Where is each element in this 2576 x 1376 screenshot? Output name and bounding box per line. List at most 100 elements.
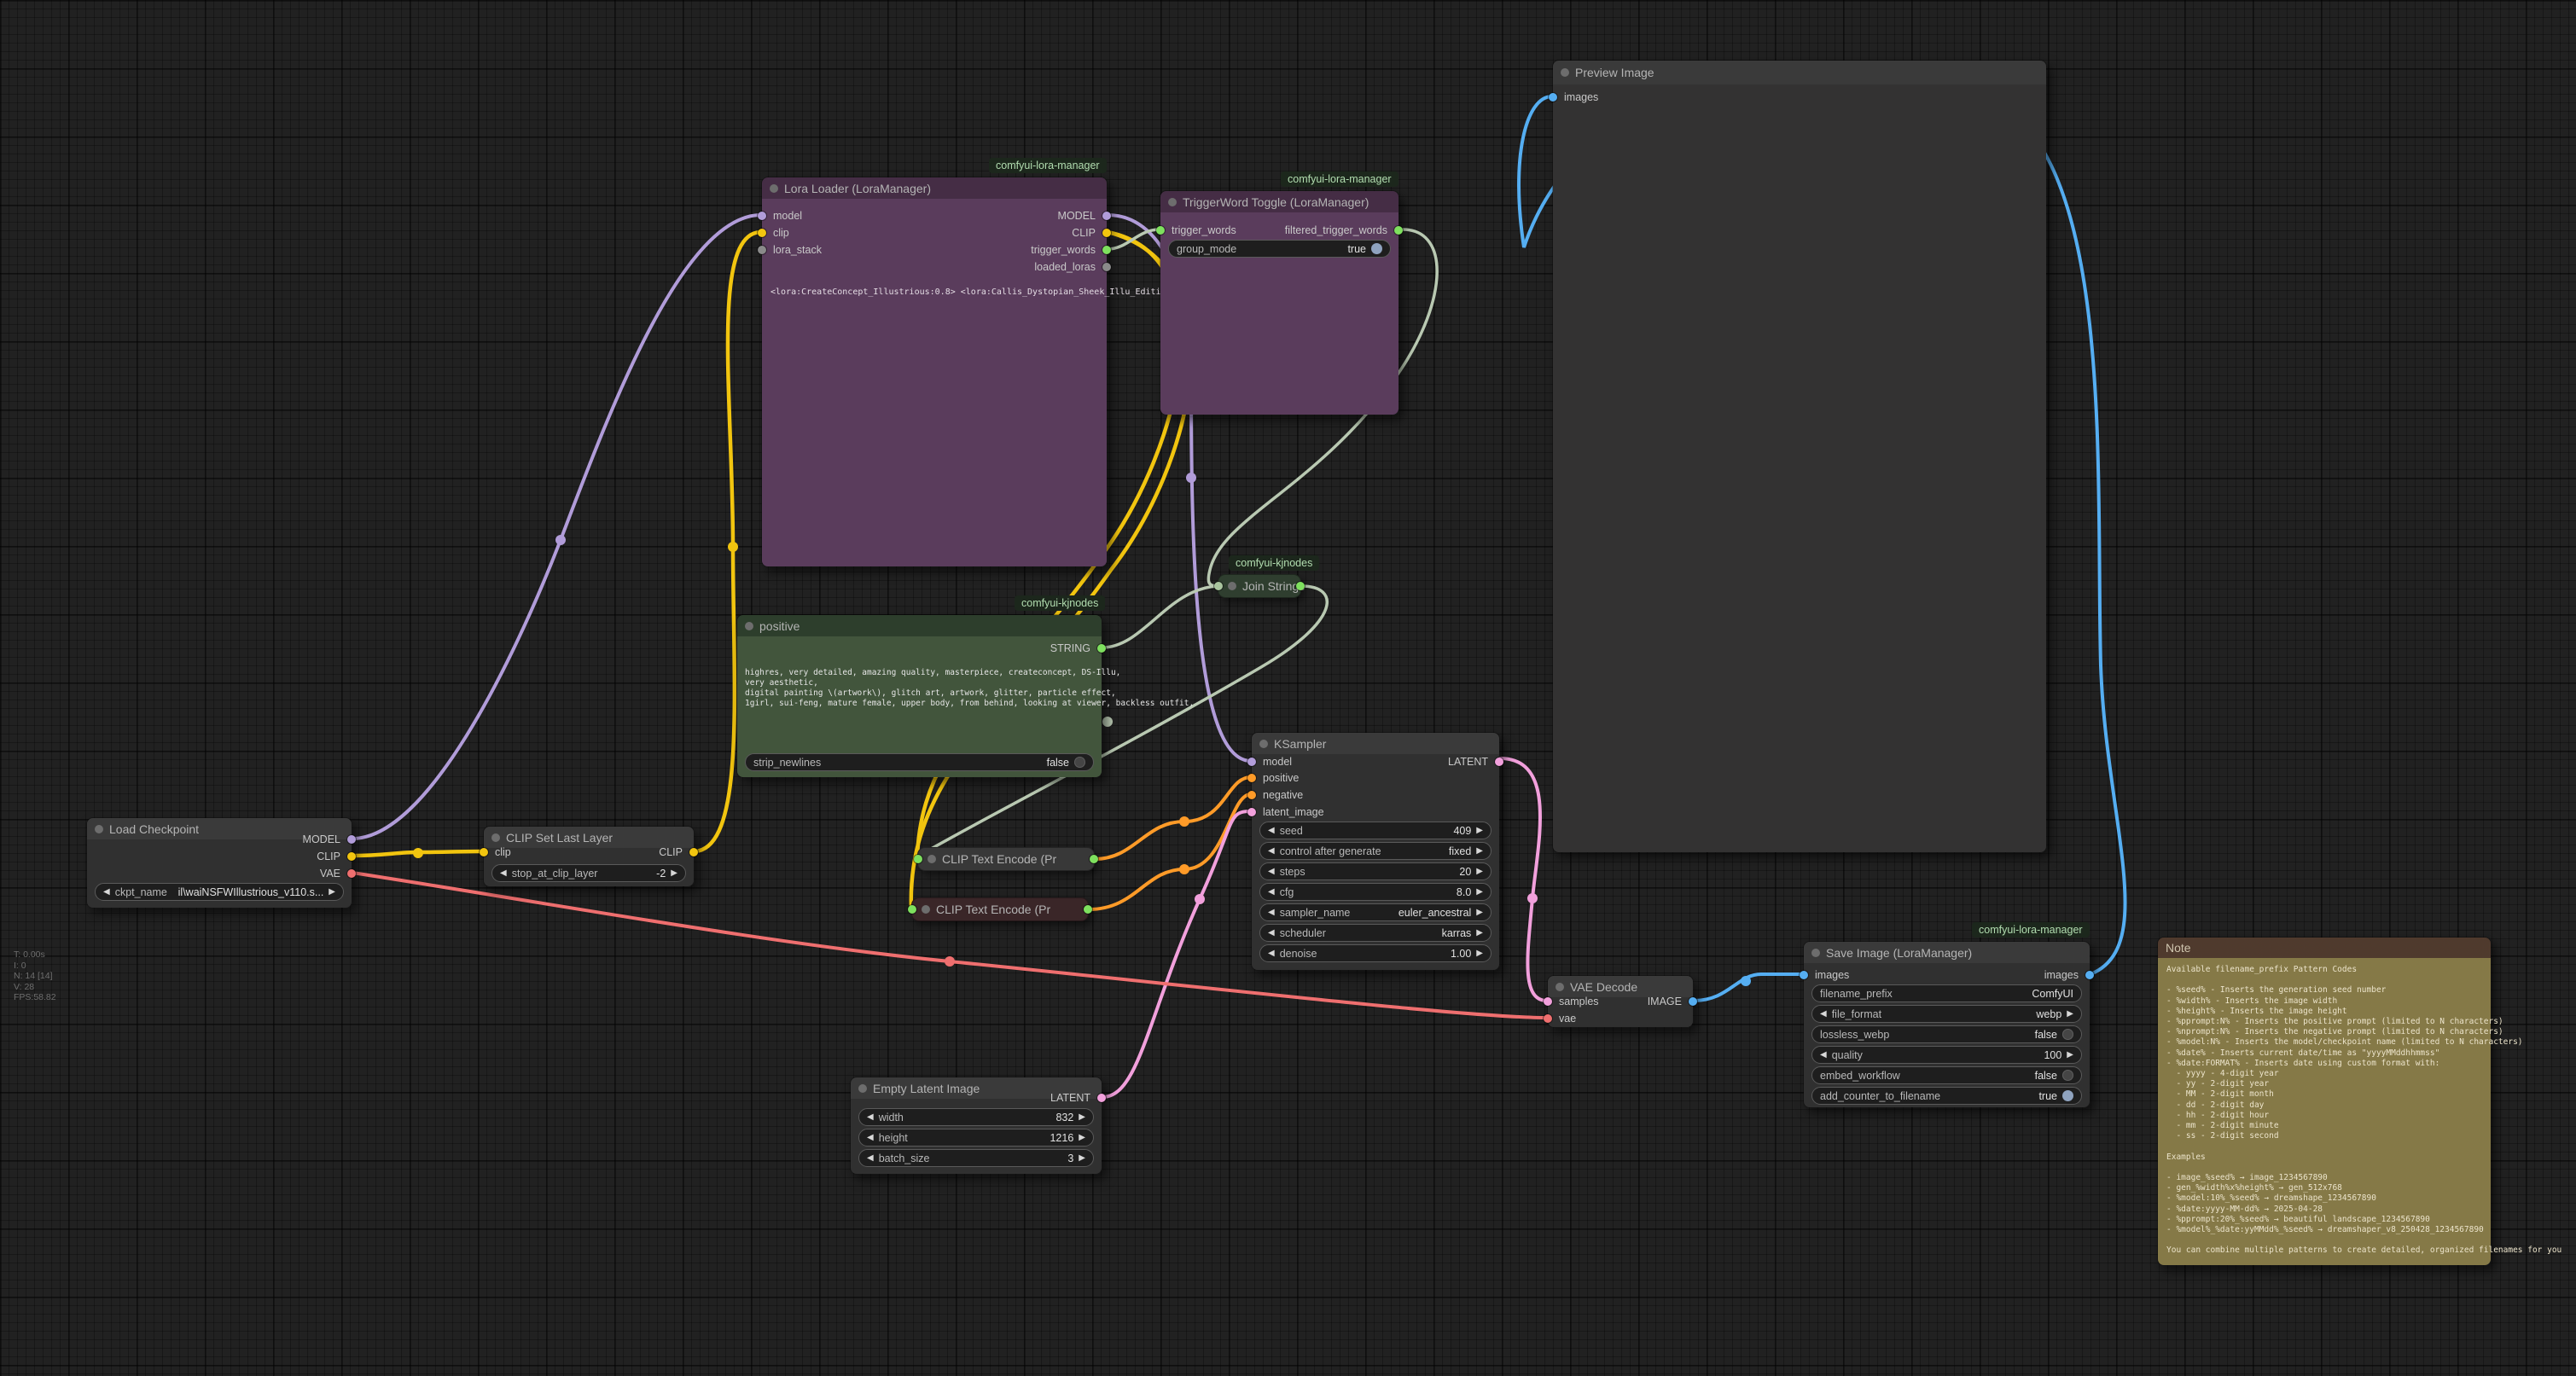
collapse-icon[interactable] xyxy=(858,1084,867,1093)
lora-stack-input-port[interactable] xyxy=(758,246,766,254)
combo-right-arrow-icon[interactable]: ▶ xyxy=(2067,1046,2073,1064)
combo-left-arrow-icon[interactable]: ◀ xyxy=(1820,1005,1827,1023)
sampler-name-combo[interactable]: ◀sampler_nameeuler_ancestral▶ xyxy=(1259,903,1492,921)
clip-output-port[interactable] xyxy=(689,848,698,856)
collapse-icon[interactable] xyxy=(1561,68,1569,77)
control-after-generate-combo[interactable]: ◀control after generatefixed▶ xyxy=(1259,842,1492,860)
combo-left-arrow-icon[interactable]: ◀ xyxy=(500,864,507,882)
node-note[interactable]: Note Available filename_prefix Pattern C… xyxy=(2157,937,2492,1266)
node-title-bar[interactable]: KSampler xyxy=(1252,733,1499,754)
node-title-bar[interactable]: TriggerWord Toggle (LoraManager) xyxy=(1160,191,1398,212)
model-input-port[interactable] xyxy=(1247,758,1256,766)
combo-left-arrow-icon[interactable]: ◀ xyxy=(1268,842,1275,860)
seed-stepper[interactable]: ◀seed409▶ xyxy=(1259,822,1492,839)
collapse-icon[interactable] xyxy=(1811,949,1820,957)
collapse-icon[interactable] xyxy=(1228,582,1236,590)
combo-right-arrow-icon[interactable]: ▶ xyxy=(1476,944,1483,962)
collapse-icon[interactable] xyxy=(927,855,936,863)
group-mode-toggle[interactable]: group_mode true xyxy=(1168,240,1391,258)
loaded-loras-output-port[interactable] xyxy=(1102,263,1111,271)
node-join-strings[interactable]: Join Strings xyxy=(1218,574,1301,598)
latent-output-port[interactable] xyxy=(1097,1094,1106,1102)
clip-output-port[interactable] xyxy=(347,852,356,861)
node-title-bar[interactable]: Save Image (LoraManager) xyxy=(1804,942,2090,963)
combo-left-arrow-icon[interactable]: ◀ xyxy=(867,1129,874,1147)
toggle-on-icon[interactable] xyxy=(1371,243,1382,254)
node-clip-text-encode-negative[interactable]: CLIP Text Encode (Pr xyxy=(911,897,1089,921)
collapse-icon[interactable] xyxy=(1555,983,1564,991)
denoise-stepper[interactable]: ◀denoise1.00▶ xyxy=(1259,944,1492,962)
collapse-icon[interactable] xyxy=(922,905,930,914)
positive-input-port[interactable] xyxy=(1247,774,1256,782)
lossless-webp-toggle[interactable]: lossless_webpfalse xyxy=(1811,1025,2082,1043)
steps-stepper[interactable]: ◀steps20▶ xyxy=(1259,862,1492,880)
node-clip-set-last-layer[interactable]: CLIP Set Last Layer clipCLIP ◀ stop_at_c… xyxy=(483,826,695,887)
combo-left-arrow-icon[interactable]: ◀ xyxy=(1268,822,1275,839)
node-empty-latent-image[interactable]: Empty Latent Image LATENT ◀width832▶ ◀he… xyxy=(850,1077,1102,1175)
strip-newlines-toggle[interactable]: strip_newlines false xyxy=(745,753,1094,771)
height-stepper[interactable]: ◀height1216▶ xyxy=(858,1129,1094,1147)
combo-right-arrow-icon[interactable]: ▶ xyxy=(1079,1108,1085,1126)
clip-input-port[interactable] xyxy=(758,229,766,237)
node-title-bar[interactable]: Lora Loader (LoraManager) xyxy=(762,177,1107,199)
collapse-icon[interactable] xyxy=(1168,198,1177,206)
string-output-port[interactable] xyxy=(1097,644,1106,653)
combo-right-arrow-icon[interactable]: ▶ xyxy=(1476,924,1483,942)
toggle-off-icon[interactable] xyxy=(2062,1070,2073,1081)
combo-right-arrow-icon[interactable]: ▶ xyxy=(2067,1005,2073,1023)
scheduler-combo[interactable]: ◀schedulerkarras▶ xyxy=(1259,924,1492,942)
collapsed-input-port[interactable] xyxy=(914,855,922,863)
vae-input-port[interactable] xyxy=(1544,1014,1552,1023)
collapsed-input-port[interactable] xyxy=(908,905,916,914)
combo-left-arrow-icon[interactable]: ◀ xyxy=(103,883,110,901)
ckpt-name-combo[interactable]: ◀ ckpt_name il\waiNSFWIllustrious_v110.s… xyxy=(95,883,344,901)
node-title-bar[interactable]: positive xyxy=(737,615,1102,636)
images-input-port[interactable] xyxy=(1549,93,1557,102)
batch-size-stepper[interactable]: ◀batch_size3▶ xyxy=(858,1149,1094,1167)
node-title-bar[interactable]: Note xyxy=(2158,938,2491,958)
trigger-words-input-port[interactable] xyxy=(1156,226,1165,235)
filtered-trigger-words-output-port[interactable] xyxy=(1394,226,1403,235)
combo-right-arrow-icon[interactable]: ▶ xyxy=(1476,883,1483,901)
model-output-port[interactable] xyxy=(1102,212,1111,220)
node-preview-image[interactable]: Preview Image images xyxy=(1552,60,2047,853)
images-output-port[interactable] xyxy=(2085,971,2094,979)
filename-prefix-field[interactable]: filename_prefixComfyUI xyxy=(1811,984,2082,1002)
combo-left-arrow-icon[interactable]: ◀ xyxy=(1268,924,1275,942)
toggle-off-icon[interactable] xyxy=(2062,1029,2073,1040)
combo-right-arrow-icon[interactable]: ▶ xyxy=(1476,903,1483,921)
collapse-icon[interactable] xyxy=(770,184,778,193)
combo-left-arrow-icon[interactable]: ◀ xyxy=(1268,883,1275,901)
combo-right-arrow-icon[interactable]: ▶ xyxy=(1079,1129,1085,1147)
note-text[interactable]: Available filename_prefix Pattern Codes … xyxy=(2166,965,2561,1257)
collapse-icon[interactable] xyxy=(1259,740,1268,748)
collapse-icon[interactable] xyxy=(491,833,500,842)
negative-input-port[interactable] xyxy=(1247,791,1256,799)
node-triggerword-toggle[interactable]: TriggerWord Toggle (LoraManager) trigger… xyxy=(1160,190,1399,415)
combo-left-arrow-icon[interactable]: ◀ xyxy=(1268,903,1275,921)
add-counter-toggle[interactable]: add_counter_to_filenametrue xyxy=(1811,1087,2082,1105)
collapse-icon[interactable] xyxy=(95,825,103,833)
model-output-port[interactable] xyxy=(347,835,356,844)
node-positive-prompt[interactable]: positive STRING highres, very detailed, … xyxy=(736,614,1102,778)
node-title-bar[interactable]: CLIP Set Last Layer xyxy=(484,827,694,848)
collapse-icon[interactable] xyxy=(745,622,753,630)
samples-input-port[interactable] xyxy=(1544,997,1552,1006)
collapsed-input-port[interactable] xyxy=(1214,582,1223,590)
images-input-port[interactable] xyxy=(1800,971,1808,979)
combo-right-arrow-icon[interactable]: ▶ xyxy=(1079,1149,1085,1167)
trigger-words-output-port[interactable] xyxy=(1102,246,1111,254)
combo-left-arrow-icon[interactable]: ◀ xyxy=(867,1149,874,1167)
image-output-port[interactable] xyxy=(1689,997,1697,1006)
file-format-combo[interactable]: ◀file_formatwebp▶ xyxy=(1811,1005,2082,1023)
embed-workflow-toggle[interactable]: embed_workflowfalse xyxy=(1811,1066,2082,1084)
node-clip-text-encode-positive[interactable]: CLIP Text Encode (Pr xyxy=(917,847,1095,871)
model-input-port[interactable] xyxy=(758,212,766,220)
quality-stepper[interactable]: ◀quality100▶ xyxy=(1811,1046,2082,1064)
collapsed-output-port[interactable] xyxy=(1090,855,1098,863)
combo-left-arrow-icon[interactable]: ◀ xyxy=(1268,862,1275,880)
latent-output-port[interactable] xyxy=(1495,758,1503,766)
vae-output-port[interactable] xyxy=(347,869,356,878)
lora-syntax-text[interactable]: <lora:CreateConcept_Illustrious:0.8> <lo… xyxy=(770,287,1197,298)
toggle-on-icon[interactable] xyxy=(2062,1090,2073,1101)
